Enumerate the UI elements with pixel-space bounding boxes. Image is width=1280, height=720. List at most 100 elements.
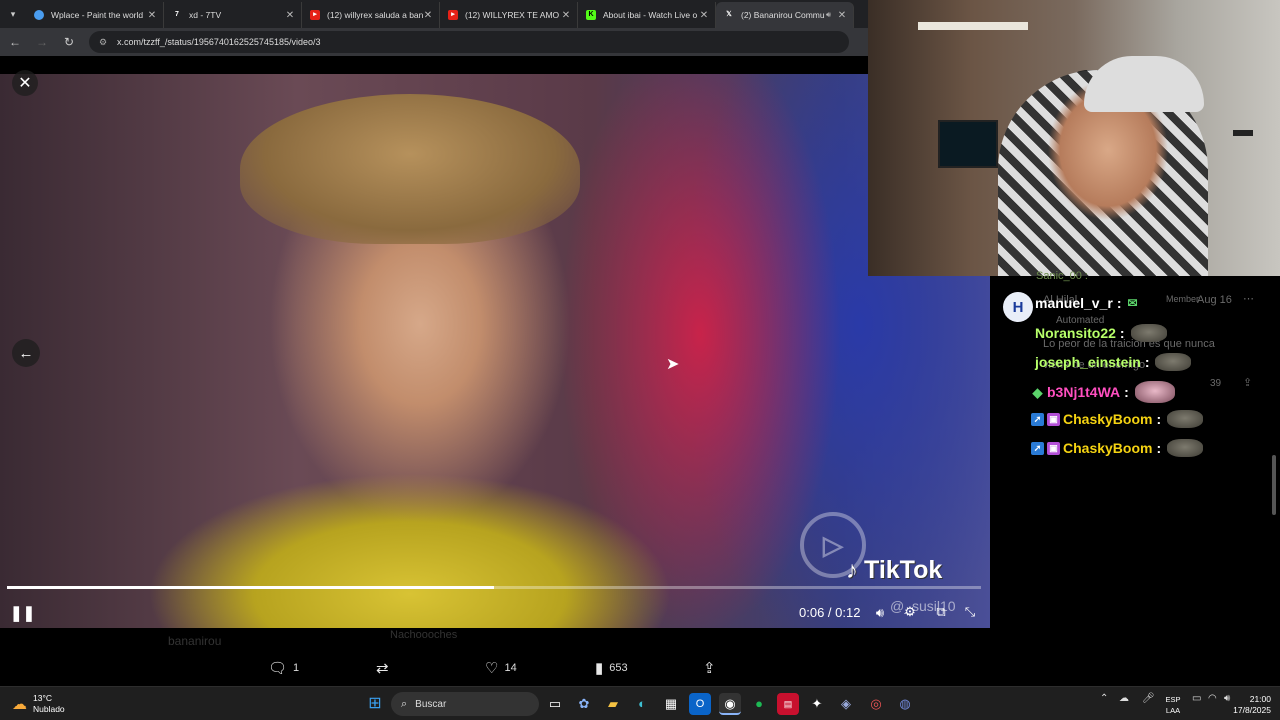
weather-temperature: 13°C [33, 693, 52, 703]
keyboard-layout: LAA [1165, 706, 1181, 715]
weather-condition: Nublado [33, 704, 65, 714]
close-tab-icon[interactable]: ✕ [561, 10, 571, 21]
tab-search-button[interactable]: ▾ [0, 0, 26, 28]
video-frame[interactable] [0, 74, 990, 684]
tab-wplace[interactable]: Wplace - Paint the world ✕ [26, 2, 164, 28]
tab-youtube-2[interactable]: ▸ (12) WILLYREX TE AMO - ✕ [440, 2, 578, 28]
faded-date: Aug 16 [1197, 294, 1232, 306]
chat-username[interactable]: b3Nj1t4WA [1047, 384, 1120, 400]
edge-icon[interactable]: ◐ [631, 693, 653, 715]
url-field[interactable]: ⚙ x.com/tzzff_/status/195674016252574518… [89, 31, 849, 53]
picture-in-picture-icon[interactable]: ⧉ [932, 604, 950, 622]
copilot-icon[interactable]: ✿ [573, 693, 595, 715]
discord-icon[interactable]: ◍ [894, 693, 916, 715]
video-progress-bar[interactable] [7, 586, 981, 589]
chat-colon: : [1144, 354, 1150, 370]
faded-share-icon: ⇪ [1243, 377, 1253, 389]
share-icon: ⇪ [703, 660, 716, 677]
weather-widget[interactable]: ☁ 13°C Nublado [12, 693, 65, 715]
views-button[interactable]: ▮ 653 [595, 659, 628, 677]
taskbar-search[interactable]: ⌕ Buscar [391, 692, 539, 716]
chat-username[interactable]: Noransito22 [1035, 325, 1116, 341]
volume-icon[interactable]: 🔊︎ [871, 605, 889, 623]
tab-title: (12) willyrex saluda a banan [327, 10, 423, 20]
tab-kick[interactable]: K About ibai - Watch Live o ✕ [578, 2, 716, 28]
back-arrow-icon[interactable]: ← [3, 30, 27, 54]
tab-youtube-1[interactable]: ▸ (12) willyrex saluda a banan ✕ [302, 2, 440, 28]
close-tab-icon[interactable]: ✕ [837, 10, 847, 21]
steam-icon[interactable]: ◈ [835, 693, 857, 715]
app-icon[interactable]: ✦ [806, 693, 828, 715]
faded-author-name: bananirou [168, 634, 222, 648]
more-options-icon[interactable]: ⋯ [1243, 292, 1254, 305]
like-count: 14 [504, 662, 517, 674]
windows-taskbar: ☁ 13°C Nublado ⊞ ⌕ Buscar ▭ ✿ ▰ ◐ ▦ O ◉ … [0, 686, 1280, 720]
chat-username[interactable]: ChaskyBoom [1063, 440, 1152, 456]
webcam-overlay [868, 0, 1280, 276]
spotify-icon[interactable]: ● [748, 693, 770, 715]
chat-username[interactable]: ChaskyBoom [1063, 411, 1152, 427]
tweet-action-bar [0, 628, 990, 686]
fullscreen-icon[interactable]: ⤡ [961, 604, 979, 622]
chrome-icon[interactable]: ◉ [719, 693, 741, 715]
taskbar-clock[interactable]: 21:00 17/8/2025 [1203, 694, 1271, 716]
chat-colon: : [1124, 384, 1129, 400]
faded-member-tag: Member [1166, 294, 1200, 304]
streaming-app-icon[interactable]: ▤ [777, 693, 799, 715]
reply-button[interactable]: 🗨︎ 1 [268, 659, 299, 677]
al-hilal-avatar: H [1003, 292, 1033, 322]
display-icon[interactable]: ▭ [1192, 693, 1201, 704]
file-explorer-icon[interactable]: ▰ [602, 693, 624, 715]
7tv-logo-icon: 7 [175, 11, 179, 18]
close-tab-icon[interactable]: ✕ [147, 10, 157, 21]
emote-icon [1167, 439, 1204, 457]
chat-message: manuel_v_r : ✉ [1035, 295, 1138, 311]
chat-username[interactable]: joseph_einstein [1035, 354, 1141, 370]
close-tab-icon[interactable]: ✕ [699, 10, 709, 21]
tiktok-watermark-text: TikTok [864, 556, 943, 584]
tiktok-watermark: ♪ TikTok [846, 556, 942, 585]
chat-colon: : [1156, 440, 1162, 456]
video-progress-fill [7, 586, 494, 589]
clock-time: 21:00 [1249, 694, 1271, 704]
microphone-icon[interactable]: 🎤︎ [1142, 693, 1155, 704]
tray-expand-icon[interactable]: ⌃ [1100, 693, 1108, 704]
prime-badge-icon: ➚ [1031, 441, 1044, 455]
tab-7tv[interactable]: 7 xd - 7TV ✕ [164, 2, 302, 28]
settings-gear-icon[interactable]: ⚙ [901, 604, 919, 622]
video-player[interactable]: ✕ ← ▷ ♪ TikTok @_susil10 ➤ ❚❚ 0:06 / 0:1… [0, 56, 990, 686]
onedrive-icon[interactable]: ☁ [1119, 693, 1129, 704]
heart-icon: ♡ [485, 660, 499, 677]
task-view-icon[interactable]: ▭ [544, 693, 566, 715]
close-tab-icon[interactable]: ✕ [285, 10, 295, 21]
chat-message: ◆ b3Nj1t4WA : [1031, 381, 1175, 403]
previous-arrow-icon[interactable]: ← [12, 339, 40, 367]
chat-message: ➚ ▣ ChaskyBoom : [1031, 439, 1204, 457]
faded-chat-line: Sanic_00 : [1036, 270, 1088, 282]
language-indicator[interactable]: ESP LAA [1163, 694, 1183, 716]
webcam-shelf [918, 22, 1028, 30]
video-time: 0:06 / 0:12 [799, 605, 861, 620]
emote-icon [1130, 324, 1167, 342]
share-button[interactable]: ⇪ [703, 659, 722, 677]
forward-arrow-icon[interactable]: → [30, 30, 54, 54]
tab-x-active[interactable]: 𝕏 (2) Bananirou Commu 🔊︎ ✕ [716, 2, 854, 28]
pause-icon[interactable]: ❚❚ [10, 604, 35, 622]
windows-start-icon[interactable]: ⊞ [364, 693, 386, 715]
site-info-icon[interactable]: ⚙ [99, 37, 109, 47]
chat-username[interactable]: manuel_v_r [1035, 295, 1113, 311]
speaker-icon[interactable]: 🔊︎ [826, 10, 831, 20]
reply-count: 1 [293, 662, 300, 674]
language-code: ESP [1165, 695, 1181, 704]
store-icon[interactable]: ▦ [660, 693, 682, 715]
page-scrollbar[interactable] [1272, 455, 1276, 515]
repost-button[interactable]: ⇄ [376, 659, 395, 677]
chat-colon: : [1119, 325, 1125, 341]
app-red-icon[interactable]: ◎ [865, 693, 887, 715]
outlook-icon[interactable]: O [689, 693, 711, 715]
close-tab-icon[interactable]: ✕ [423, 10, 433, 21]
close-icon[interactable]: ✕ [12, 70, 38, 96]
globe-icon [34, 10, 44, 20]
reload-icon[interactable]: ↻ [57, 30, 81, 54]
like-button[interactable]: ♡ 14 [485, 659, 517, 677]
